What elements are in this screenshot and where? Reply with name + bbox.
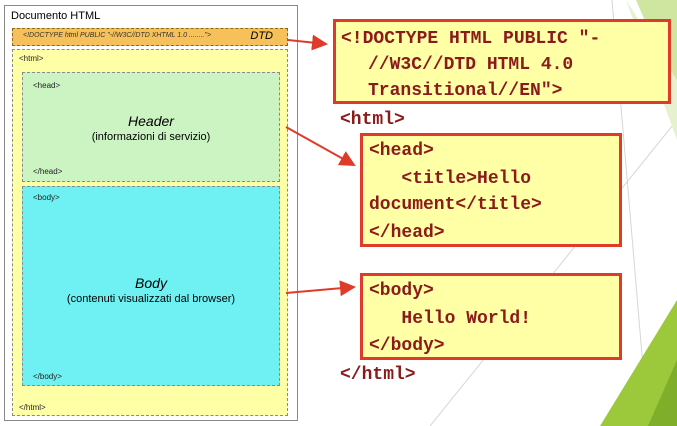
- doctype-line-3: Transitional//EN">: [368, 81, 563, 101]
- body-code-line-1: <body>: [369, 281, 434, 301]
- head-code-line-2: <title>Hello: [369, 169, 532, 189]
- doctype-line-1: <!DOCTYPE HTML PUBLIC "-: [341, 29, 601, 49]
- body-code-line-3: </body>: [369, 336, 445, 356]
- dtd-arrow: [287, 34, 328, 51]
- doctype-code-box: <!DOCTYPE HTML PUBLIC "- //W3C//DTD HTML…: [333, 19, 671, 104]
- head-code-line-3: document</title>: [369, 195, 542, 215]
- html-open-code: <html>: [340, 110, 405, 130]
- html-close-code: </html>: [340, 365, 416, 385]
- head-code-line-1: <head>: [369, 141, 434, 161]
- head-code-box: <head> <title>Hello document</title> </h…: [360, 133, 622, 247]
- doctype-line-2: //W3C//DTD HTML 4.0: [368, 55, 574, 75]
- body-arrow: [285, 280, 356, 297]
- body-code-line-2: Hello World!: [369, 309, 532, 329]
- head-code-line-4: </head>: [369, 223, 445, 243]
- body-code-box: <body> Hello World! </body>: [360, 273, 622, 360]
